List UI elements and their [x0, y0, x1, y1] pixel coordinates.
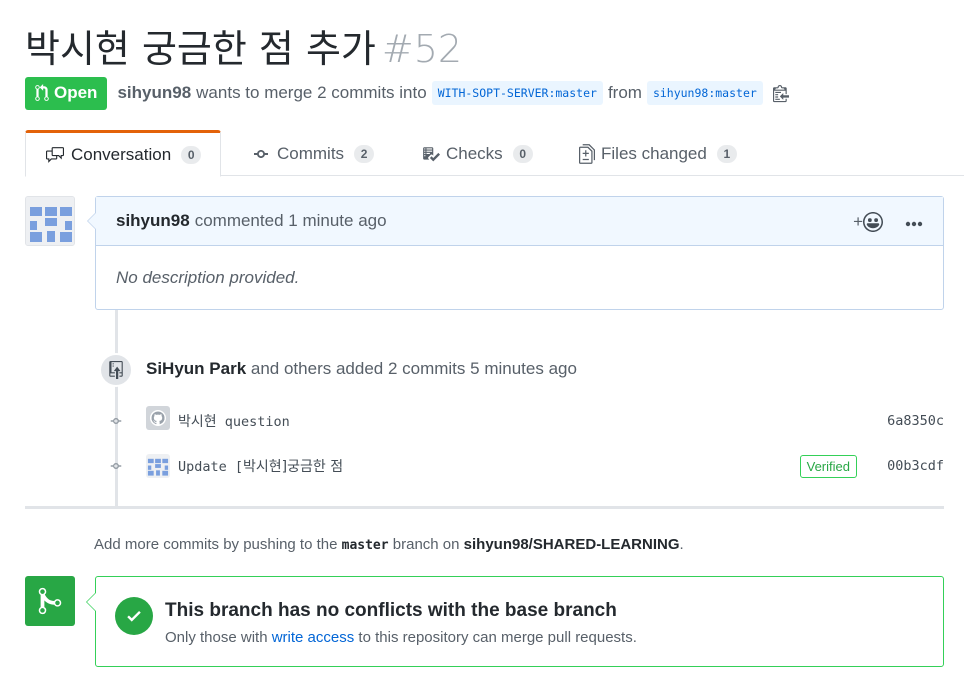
hint-end: . [679, 536, 684, 553]
pr-description-comment: sihyun98 commented 1 minute ago + No des… [87, 196, 944, 310]
push-summary: and others added 2 commits [250, 359, 466, 378]
comment-author-link[interactable]: sihyun98 [116, 211, 190, 231]
tab-conversation-label: Conversation [71, 144, 172, 164]
checklist-icon [423, 146, 440, 161]
check-icon [115, 597, 153, 635]
pr-title-text: 박시현 궁금한 점 추가 [25, 27, 376, 71]
pr-meta: Open sihyun98 wants to merge 2 commits i… [25, 76, 789, 110]
hint-repo: sihyun98/SHARED-LEARNING [463, 536, 680, 553]
tab-checks[interactable]: Checks 0 [422, 130, 533, 177]
clippy-icon[interactable] [772, 83, 789, 103]
comment-discussion-icon [46, 146, 64, 163]
tab-conversation[interactable]: Conversation 0 [25, 130, 222, 177]
commit-author-kr: 박시현 [178, 414, 217, 430]
git-merge-icon [25, 576, 75, 626]
hint-part2: branch on [392, 536, 460, 553]
push-hint: Add more commits by pushing to the maste… [94, 536, 684, 553]
add-reaction-plus: + [853, 211, 863, 231]
tab-commits-count: 2 [354, 144, 375, 163]
pr-author-link[interactable]: sihyun98 [117, 83, 191, 103]
commit-sha-link[interactable]: 6a8350c [887, 413, 944, 429]
git-commit-icon [110, 463, 122, 469]
merge-sub-part1: Only those with [165, 629, 268, 646]
state-badge: Open [25, 76, 108, 110]
pr-title: 박시현 궁금한 점 추가 #52 [25, 18, 462, 73]
repo-push-icon [99, 353, 133, 387]
comment-header: sihyun98 commented 1 minute ago + [96, 197, 943, 246]
identicon [26, 197, 74, 245]
push-author-link[interactable]: SiHyun Park [146, 359, 246, 378]
merge-text: wants to merge 2 commits into [196, 83, 427, 102]
kebab-horizontal-icon[interactable] [905, 212, 923, 232]
commit-message-kr: 박시현]궁금한 점 [243, 459, 344, 475]
merge-status-title: This branch has no conflicts with the ba… [165, 600, 617, 621]
tab-files-changed-count: 1 [716, 144, 737, 163]
tab-conversation-count: 0 [181, 145, 202, 164]
verified-badge[interactable]: Verified [799, 454, 857, 478]
commit-message: question [224, 414, 290, 430]
commit-row: 박시현 question 6a8350c [95, 406, 944, 436]
github-default-avatar[interactable] [146, 406, 170, 430]
tab-files-changed-label: Files changed [601, 143, 707, 163]
comment-body: No description provided. [116, 268, 300, 287]
git-commit-icon [110, 418, 122, 424]
comment-action: commented [194, 211, 284, 230]
tab-files-changed[interactable]: Files changed 1 [579, 130, 737, 177]
write-access-link[interactable]: write access [272, 629, 355, 646]
merge-status-box: This branch has no conflicts with the ba… [86, 576, 944, 667]
pr-number: #52 [381, 27, 463, 71]
commit-message-prefix: Update [ [178, 459, 244, 475]
diff-icon [579, 143, 595, 164]
merge-sub-part2: to this repository can merge pull reques… [358, 629, 637, 646]
commit-message-link[interactable]: 박시현 question [178, 411, 290, 431]
hint-branch: master [341, 538, 389, 553]
tab-commits[interactable]: Commits 2 [251, 130, 375, 177]
git-pull-request-icon [35, 84, 49, 101]
timeline-divider [25, 506, 944, 509]
hint-part1: Add more commits by pushing to the [94, 536, 338, 553]
commit-sha-link[interactable]: 00b3cdf [887, 458, 944, 474]
pr-tabs: Conversation 0 Commits 2 Checks 0 Files … [25, 130, 964, 177]
commit-row: Update [박시현]궁금한 점 Verified 00b3cdf [95, 451, 944, 481]
tab-checks-count: 0 [512, 144, 533, 163]
merge-status-subtitle: Only those with write access to this rep… [165, 629, 637, 646]
tab-checks-label: Checks [446, 143, 503, 163]
tab-commits-label: Commits [277, 143, 345, 163]
from-text: from [607, 83, 642, 102]
git-commit-icon [254, 149, 268, 158]
state-label: Open [54, 83, 98, 102]
commit-message-link[interactable]: Update [박시현]궁금한 점 [178, 456, 343, 476]
comment-time[interactable]: 1 minute ago [288, 211, 386, 231]
comment-actions: + [853, 197, 923, 246]
head-branch-ref[interactable]: sihyun98:master [646, 81, 763, 105]
identicon-avatar[interactable] [146, 454, 170, 478]
push-event-text: SiHyun Park and others added 2 commits 5… [146, 359, 577, 379]
push-time[interactable]: 5 minutes ago [470, 359, 577, 378]
avatar[interactable] [25, 196, 75, 246]
smiley-icon [863, 211, 883, 232]
base-branch-ref[interactable]: WITH-SOPT-SERVER:master [431, 81, 603, 105]
add-reaction-button[interactable]: + [853, 211, 883, 232]
